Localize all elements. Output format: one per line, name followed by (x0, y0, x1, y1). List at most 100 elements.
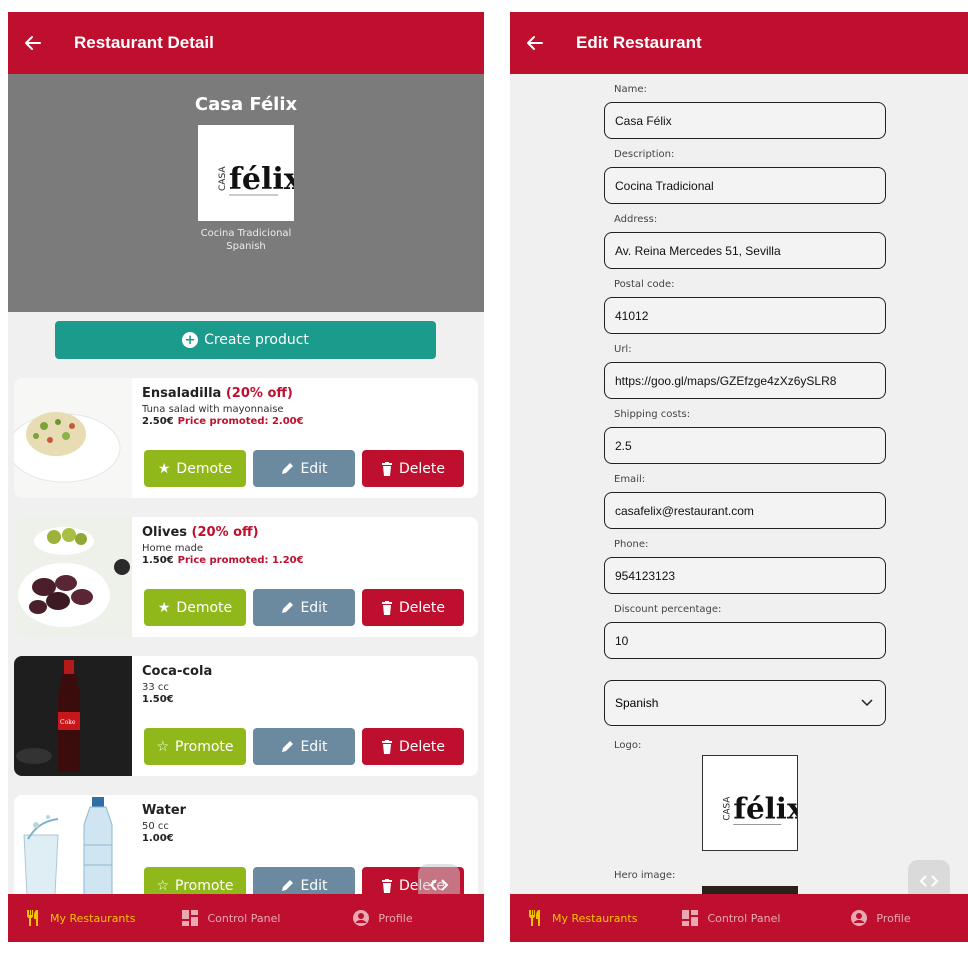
promote-button[interactable]: ☆ Promote (144, 728, 246, 765)
name-field[interactable]: Casa Félix (604, 102, 886, 139)
product-name: Ensaladilla (142, 386, 222, 401)
edit-label: Edit (300, 877, 328, 894)
edit-label: Edit (300, 460, 328, 477)
code-icon (429, 879, 449, 891)
product-promoted-price: Price promoted: 1.20€ (177, 555, 304, 566)
product-name: Water (142, 803, 187, 818)
back-button[interactable] (8, 12, 58, 74)
demote-button[interactable]: ★ Demote (144, 589, 246, 626)
code-icon (919, 875, 939, 887)
star-outline-icon: ☆ (156, 877, 170, 894)
arrow-left-icon (25, 36, 41, 50)
delete-button[interactable]: Delete (362, 728, 464, 765)
tab-profile[interactable]: Profile (850, 894, 911, 942)
product-image-olives (14, 517, 132, 637)
product-price: 1.00€ (142, 833, 174, 844)
email-field[interactable]: casafelix@restaurant.com (604, 492, 886, 529)
product-price: 1.50€ (142, 694, 174, 705)
tab-label: Control Panel (707, 911, 781, 925)
product-description: 50 cc (142, 821, 169, 832)
tab-my-restaurants[interactable]: My Restaurants (24, 894, 135, 942)
delete-button[interactable]: Delete (362, 589, 464, 626)
trash-icon (381, 600, 393, 615)
address-field[interactable]: Av. Reina Mercedes 51, Sevilla (604, 232, 886, 269)
product-name: Coca-cola (142, 664, 213, 679)
trash-icon (381, 739, 393, 754)
pencil-icon (280, 462, 294, 476)
logo-text: félix (229, 162, 294, 197)
product-title: Water (142, 803, 186, 818)
logo-label: Logo: (614, 740, 642, 751)
utensils-icon (24, 909, 42, 927)
edit-button[interactable]: Edit (253, 728, 355, 765)
arrow-left-icon (527, 36, 543, 50)
postal-code-field[interactable]: 41012 (604, 297, 886, 334)
description-field[interactable]: Cocina Tradicional (604, 167, 886, 204)
app-bar: Edit Restaurant (510, 12, 968, 74)
app-bar: Restaurant Detail (8, 12, 484, 74)
edit-restaurant-screen: Edit Restaurant Name: Casa Félix Descrip… (510, 12, 968, 942)
star-outline-icon: ☆ (156, 738, 170, 755)
category-select-value: Spanish (615, 696, 659, 710)
phone-field[interactable]: 954123123 (604, 557, 886, 594)
product-discount: (20% off) (191, 525, 259, 540)
delete-button[interactable]: Delete (362, 450, 464, 487)
pencil-icon (280, 740, 294, 754)
casa-felix-logo-icon: CASA félix (722, 791, 805, 826)
product-price-line: 2.50€ Price promoted: 2.00€ (142, 416, 304, 427)
edit-button[interactable]: Edit (253, 450, 355, 487)
url-field[interactable]: https://goo.gl/maps/GZEfzge4zXz6ySLR8 (604, 362, 886, 399)
tab-label: Profile (876, 911, 911, 925)
tab-control-panel[interactable]: Control Panel (181, 894, 280, 942)
restaurant-category: Spanish (226, 241, 266, 252)
logo-text: félix (733, 791, 797, 826)
logo-vertical-text: CASA (218, 166, 228, 191)
edit-button[interactable]: Edit (253, 589, 355, 626)
product-discount: (20% off) (225, 386, 293, 401)
bottom-tab-bar: My Restaurants Control Panel Profile (8, 894, 484, 942)
phone-label: Phone: (614, 539, 649, 550)
promote-label: Promote (175, 738, 234, 755)
description-label: Description: (614, 149, 675, 160)
shipping-costs-field[interactable]: 2.5 (604, 427, 886, 464)
dashboard-icon (681, 909, 699, 927)
tab-label: My Restaurants (552, 911, 638, 925)
tab-label: Control Panel (207, 911, 281, 925)
product-description: Tuna salad with mayonnaise (142, 404, 284, 415)
trash-icon (381, 461, 393, 476)
logo-vertical-text: CASA (722, 797, 732, 821)
tab-label: Profile (378, 911, 413, 925)
product-promoted-price: Price promoted: 2.00€ (177, 416, 304, 427)
logo-preview[interactable]: CASA félix (702, 755, 805, 851)
product-price: 1.50€ (142, 555, 174, 566)
product-price: 2.50€ (142, 416, 174, 427)
product-card: Coke Coca-cola 33 cc 1.50€ ☆ Promote Edit… (14, 656, 478, 776)
shipping-costs-label: Shipping costs: (614, 409, 691, 420)
demote-button[interactable]: ★ Demote (144, 450, 246, 487)
pencil-icon (280, 601, 294, 615)
demote-label: Demote (176, 599, 233, 616)
bottom-tab-bar: My Restaurants Control Panel Profile (510, 894, 968, 942)
tab-profile[interactable]: Profile (352, 894, 413, 942)
trash-icon (381, 878, 393, 893)
edit-restaurant-form: Name: Casa Félix Description: Cocina Tra… (510, 74, 968, 934)
page-title: Edit Restaurant (576, 33, 702, 52)
product-description: Home made (142, 543, 204, 554)
back-button[interactable] (510, 12, 560, 74)
user-circle-icon (850, 909, 868, 927)
discount-percentage-field[interactable]: 10 (604, 622, 886, 659)
create-product-button[interactable]: + Create product (55, 321, 436, 359)
name-label: Name: (614, 84, 647, 95)
product-price-line: 1.50€ (142, 694, 174, 705)
category-select[interactable]: Spanish (604, 680, 886, 726)
tab-my-restaurants[interactable]: My Restaurants (526, 894, 637, 942)
email-label: Email: (614, 474, 646, 485)
restaurant-name: Casa Félix (194, 94, 298, 115)
product-title: Olives (20% off) (142, 525, 259, 540)
create-product-label: Create product (204, 332, 309, 348)
tab-control-panel[interactable]: Control Panel (681, 894, 780, 942)
product-card: Ensaladilla (20% off) Tuna salad with ma… (14, 378, 478, 498)
pencil-icon (280, 879, 294, 893)
product-description: 33 cc (142, 682, 169, 693)
product-name: Olives (142, 525, 187, 540)
